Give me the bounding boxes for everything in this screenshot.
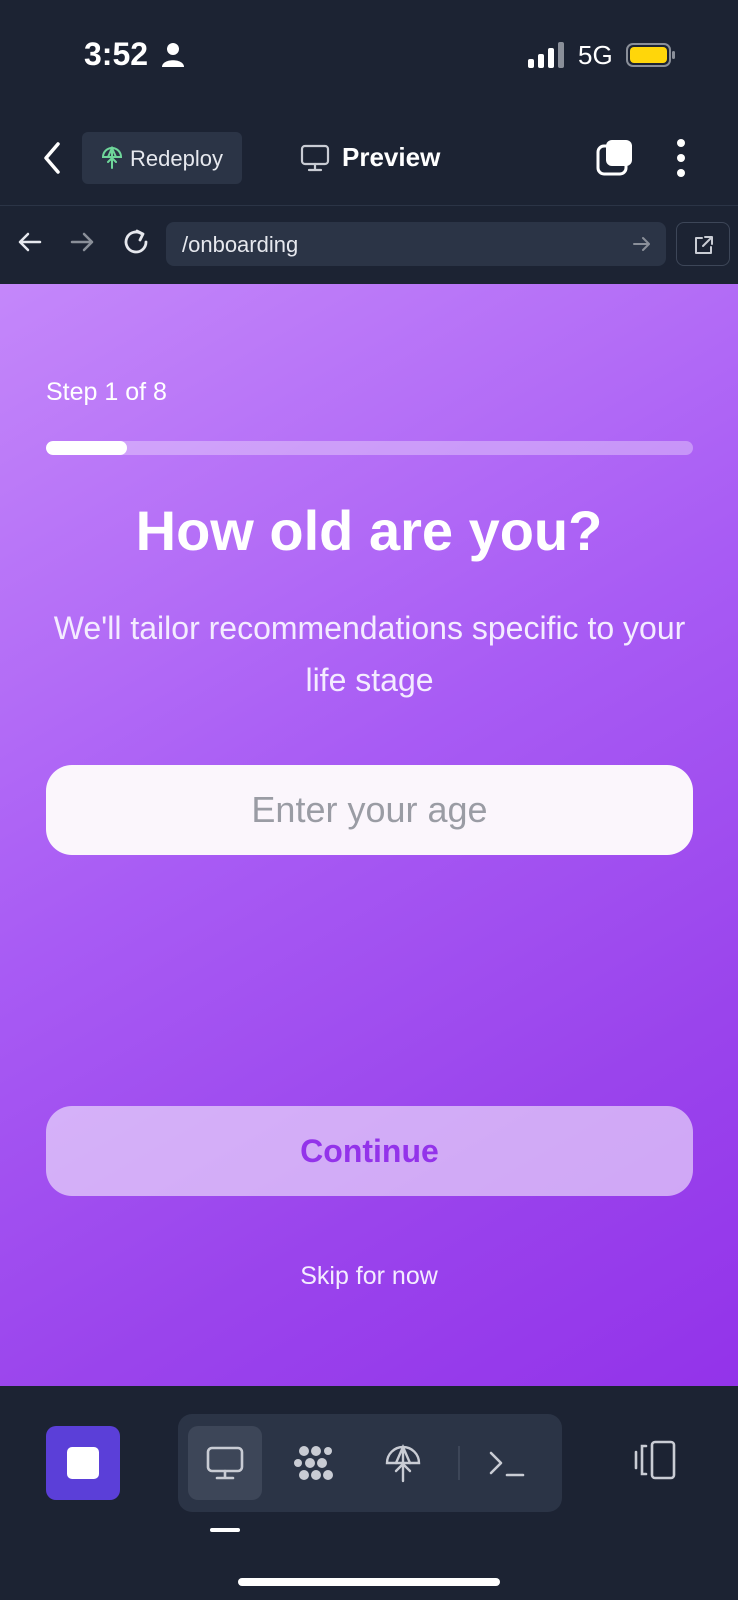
open-external-icon xyxy=(695,236,713,254)
network-label: 5G xyxy=(578,40,613,70)
url-text: /onboarding xyxy=(182,232,299,257)
question-heading: How old are you? xyxy=(135,499,603,562)
tool-terminal[interactable] xyxy=(470,1426,544,1500)
onboarding-screen: Step 1 of 8 How old are you? We'll tailo… xyxy=(0,284,738,1386)
monitor-icon xyxy=(300,144,330,172)
stop-button[interactable] xyxy=(46,1426,120,1500)
tool-preview[interactable] xyxy=(188,1426,262,1500)
terminal-icon xyxy=(489,1451,525,1477)
home-indicator xyxy=(238,1578,500,1586)
progress-fill xyxy=(46,441,127,455)
redeploy-label: Redeploy xyxy=(130,146,223,171)
app-header: Redeploy Preview xyxy=(0,110,738,206)
signal-icon xyxy=(528,42,564,68)
kebab-menu-icon[interactable] xyxy=(670,138,692,178)
question-subtitle: We'll tailor recommendations specific to… xyxy=(53,610,686,698)
layout-toggle-icon[interactable] xyxy=(632,1440,678,1480)
redeploy-icon xyxy=(101,146,123,169)
arrow-left-icon[interactable] xyxy=(16,228,44,256)
tool-group xyxy=(178,1414,562,1512)
status-bar: 3:52 5G xyxy=(0,0,738,110)
arrow-right-icon[interactable] xyxy=(68,228,96,256)
continue-button[interactable]: Continue xyxy=(46,1106,693,1196)
stop-icon xyxy=(67,1447,99,1479)
reload-icon[interactable] xyxy=(120,226,152,258)
skip-link[interactable]: Skip for now xyxy=(0,1262,738,1291)
tool-divider xyxy=(458,1446,460,1480)
open-external-button[interactable] xyxy=(676,222,730,266)
age-input[interactable] xyxy=(46,765,693,855)
monitor-icon xyxy=(206,1446,244,1480)
redeploy-button[interactable]: Redeploy xyxy=(82,132,242,184)
active-tab-indicator xyxy=(210,1528,240,1532)
status-time: 3:52 xyxy=(84,36,149,72)
chevron-left-icon[interactable] xyxy=(38,140,68,176)
progress-bar xyxy=(46,441,693,455)
arrow-go-icon[interactable] xyxy=(632,234,652,254)
tabs-icon[interactable] xyxy=(596,138,634,176)
url-bar: /onboarding xyxy=(0,206,738,284)
url-field[interactable]: /onboarding xyxy=(166,222,666,266)
person-icon xyxy=(162,43,184,67)
packages-icon xyxy=(294,1446,333,1480)
deploy-icon xyxy=(385,1444,421,1483)
step-label: Step 1 of 8 xyxy=(46,378,167,406)
battery-icon xyxy=(626,43,675,67)
preview-label: Preview xyxy=(342,142,441,172)
tool-packages[interactable] xyxy=(277,1426,351,1500)
bottom-toolbar xyxy=(0,1386,738,1600)
tool-deploy[interactable] xyxy=(366,1426,440,1500)
